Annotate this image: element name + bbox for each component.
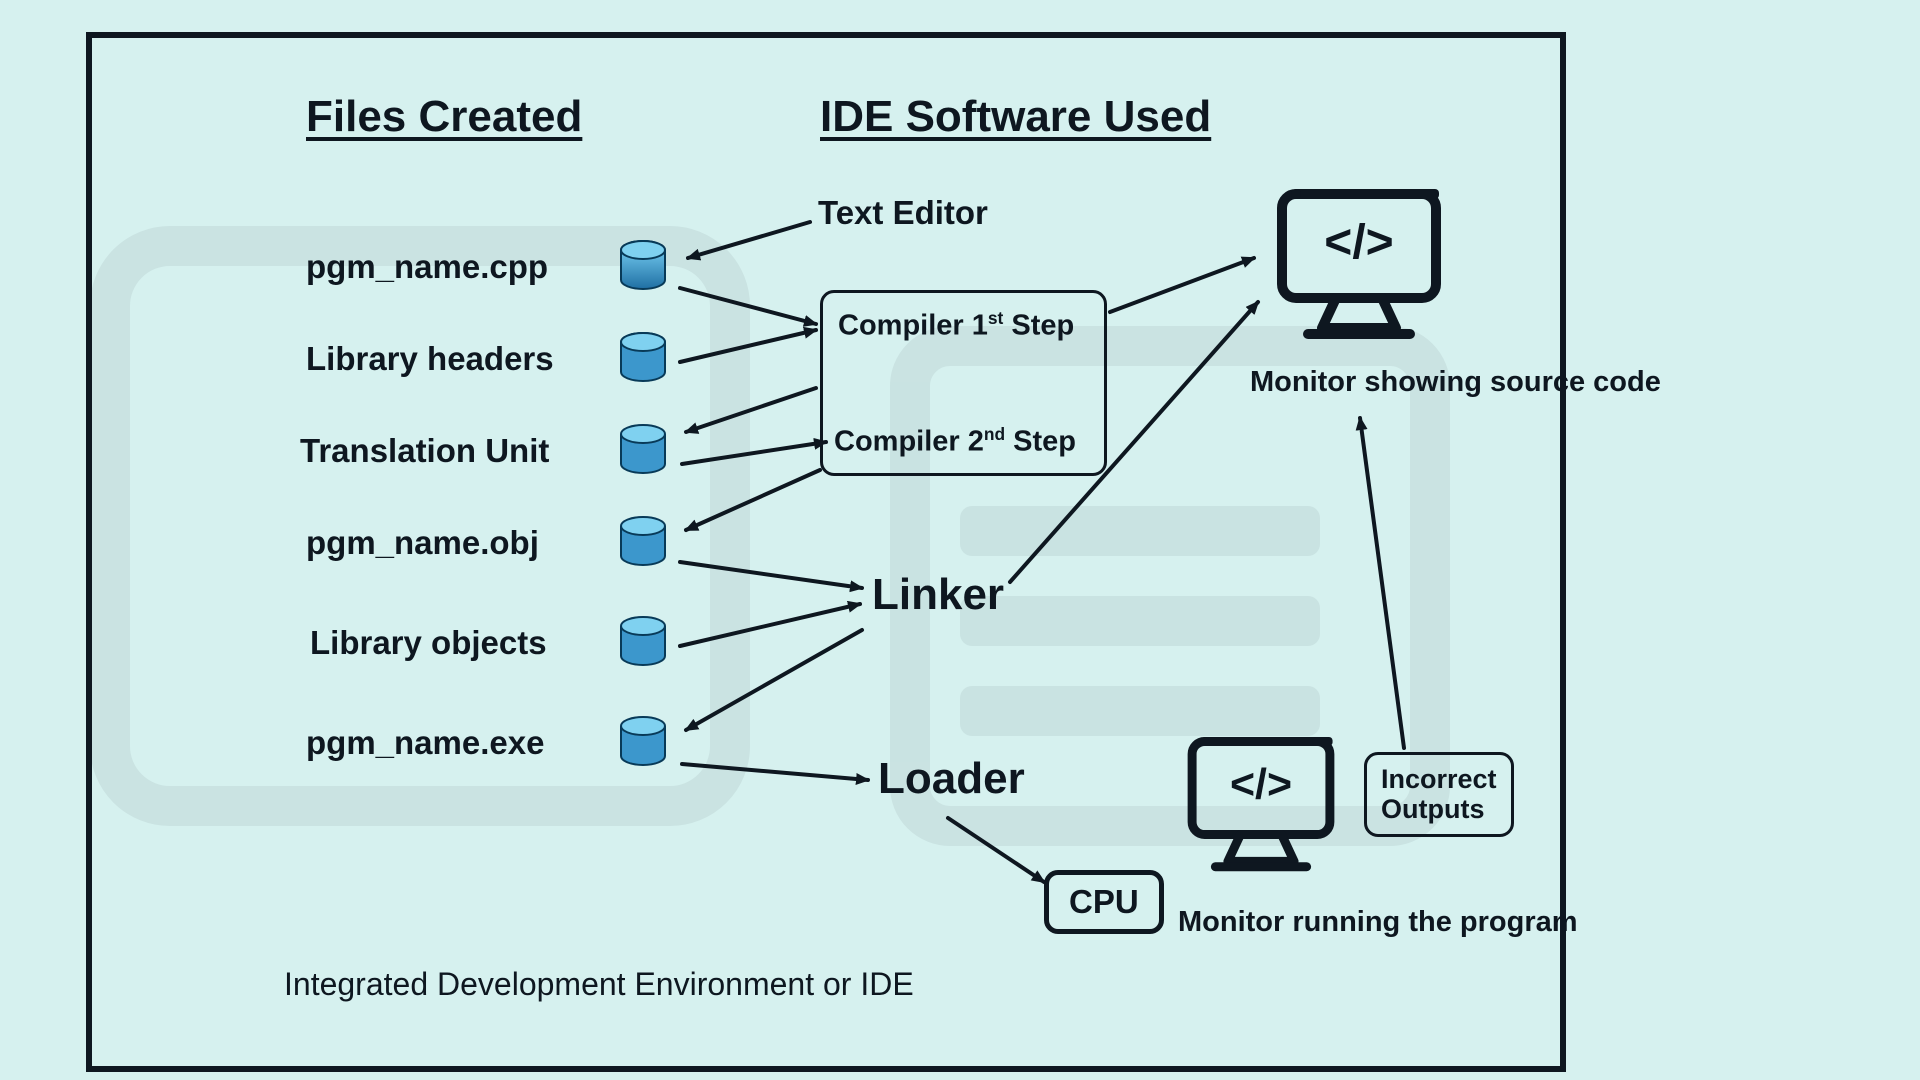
diagram-stage: Files Created IDE Software Used pgm_name… [0, 0, 1920, 1080]
arrows-layer [0, 0, 1920, 1080]
